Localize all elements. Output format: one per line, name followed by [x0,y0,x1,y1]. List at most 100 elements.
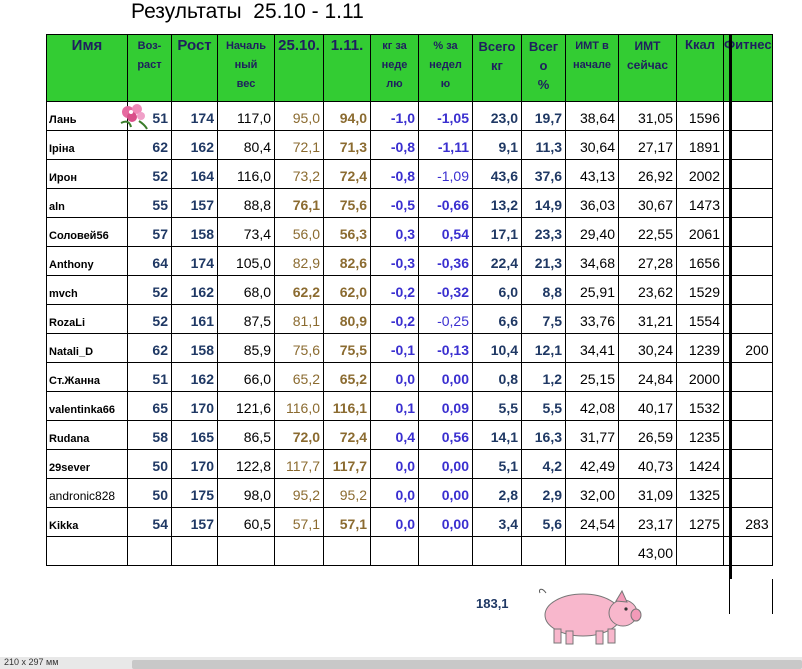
summary-cell[interactable] [418,536,473,566]
cell-tpct[interactable]: 2,9 [521,478,566,508]
cell-tpct[interactable]: 21,3 [521,246,566,276]
cell-age[interactable]: 54 [127,507,172,537]
cell-kgw[interactable]: 0,0 [370,362,419,392]
cell-height[interactable]: 174 [171,101,218,131]
cell-kcal[interactable]: 1235 [676,420,724,450]
cell-pctw[interactable]: -1,05 [418,101,473,131]
cell-kgw[interactable]: -1,0 [370,101,419,131]
cell-name[interactable]: aln [46,188,128,218]
cell-tpct[interactable]: 11,3 [521,130,566,160]
cell-w2[interactable]: 80,9 [323,304,371,334]
cell-name[interactable]: Іріна [46,130,128,160]
cell-height[interactable]: 174 [171,246,218,276]
cell-tpct[interactable]: 7,5 [521,304,566,334]
cell-bmi1[interactable]: 26,59 [618,420,677,450]
cell-tkg[interactable]: 10,4 [472,333,522,363]
cell-name[interactable]: Лань [46,101,128,131]
cell-start[interactable]: 85,9 [217,333,275,363]
cell-start[interactable]: 80,4 [217,130,275,160]
cell-w2[interactable]: 95,2 [323,478,371,508]
cell-kgw[interactable]: 0,0 [370,507,419,537]
cell-w1[interactable]: 62,2 [274,275,324,305]
cell-height[interactable]: 165 [171,420,218,450]
cell-w2[interactable]: 57,1 [323,507,371,537]
cell-name[interactable]: 29sever [46,449,128,479]
cell-bmi0[interactable]: 43,13 [565,159,619,189]
cell-name[interactable]: Anthony [46,246,128,276]
cell-kcal[interactable]: 1239 [676,333,724,363]
cell-kcal[interactable]: 1275 [676,507,724,537]
cell-tkg[interactable]: 6,6 [472,304,522,334]
cell-w2[interactable]: 82,6 [323,246,371,276]
cell-kcal[interactable]: 2002 [676,159,724,189]
cell-tpct[interactable]: 12,1 [521,333,566,363]
cell-w1[interactable]: 95,2 [274,478,324,508]
cell-pctw[interactable]: -0,32 [418,275,473,305]
cell-height[interactable]: 170 [171,391,218,421]
cell-tkg[interactable]: 3,4 [472,507,522,537]
cell-height[interactable]: 162 [171,362,218,392]
cell-name[interactable]: mvch [46,275,128,305]
cell-kcal[interactable]: 1596 [676,101,724,131]
header-height[interactable]: Рост [171,34,218,102]
cell-w1[interactable]: 76,1 [274,188,324,218]
cell-pctw[interactable]: -0,13 [418,333,473,363]
cell-start[interactable]: 68,0 [217,275,275,305]
summary-cell[interactable] [274,536,324,566]
cell-tkg[interactable]: 5,5 [472,391,522,421]
cell-height[interactable]: 158 [171,217,218,247]
summary-cell[interactable] [171,536,218,566]
cell-tkg[interactable]: 2,8 [472,478,522,508]
cell-start[interactable]: 122,8 [217,449,275,479]
cell-tpct[interactable]: 37,6 [521,159,566,189]
cell-kgw[interactable]: -0,3 [370,246,419,276]
cell-pctw[interactable]: -1,09 [418,159,473,189]
cell-w2[interactable]: 94,0 [323,101,371,131]
summary-cell[interactable] [565,536,619,566]
cell-kgw[interactable]: -0,5 [370,188,419,218]
cell-bmi0[interactable]: 34,41 [565,333,619,363]
cell-bmi1[interactable]: 31,05 [618,101,677,131]
cell-pctw[interactable]: 0,09 [418,391,473,421]
cell-name[interactable]: RozaLi [46,304,128,334]
cell-start[interactable]: 98,0 [217,478,275,508]
cell-bmi1[interactable]: 27,17 [618,130,677,160]
cell-tkg[interactable]: 14,1 [472,420,522,450]
cell-height[interactable]: 162 [171,275,218,305]
cell-age[interactable]: 55 [127,188,172,218]
cell-bmi0[interactable]: 42,49 [565,449,619,479]
cell-w1[interactable]: 116,0 [274,391,324,421]
cell-name[interactable]: valentinka66 [46,391,128,421]
cell-age[interactable]: 52 [127,159,172,189]
cell-w2[interactable]: 65,2 [323,362,371,392]
cell-bmi1[interactable]: 26,92 [618,159,677,189]
cell-w1[interactable]: 65,2 [274,362,324,392]
cell-w1[interactable]: 57,1 [274,507,324,537]
cell-w2[interactable]: 117,7 [323,449,371,479]
header-week2[interactable]: 1.11. [323,34,371,102]
cell-bmi0[interactable]: 29,40 [565,217,619,247]
cell-age[interactable]: 62 [127,130,172,160]
cell-name[interactable]: Natali_D [46,333,128,363]
cell-w1[interactable]: 72,0 [274,420,324,450]
cell-age[interactable]: 50 [127,449,172,479]
cell-w2[interactable]: 56,3 [323,217,371,247]
cell-pctw[interactable]: -0,25 [418,304,473,334]
cell-kcal[interactable]: 2000 [676,362,724,392]
cell-bmi1[interactable]: 31,09 [618,478,677,508]
cell-start[interactable]: 86,5 [217,420,275,450]
summary-cell[interactable] [46,536,128,566]
summary-cell[interactable] [217,536,275,566]
cell-kgw[interactable]: -0,2 [370,275,419,305]
cell-kcal[interactable]: 2061 [676,217,724,247]
cell-bmi1[interactable]: 31,21 [618,304,677,334]
cell-kgw[interactable]: 0,0 [370,449,419,479]
cell-w1[interactable]: 81,1 [274,304,324,334]
cell-bmi1[interactable]: 27,28 [618,246,677,276]
cell-bmi0[interactable]: 32,00 [565,478,619,508]
cell-name[interactable]: Соловей56 [46,217,128,247]
cell-w1[interactable]: 95,0 [274,101,324,131]
cell-kgw[interactable]: 0,4 [370,420,419,450]
cell-start[interactable]: 117,0 [217,101,275,131]
header-start-weight[interactable]: Началь ный вес [217,34,275,102]
